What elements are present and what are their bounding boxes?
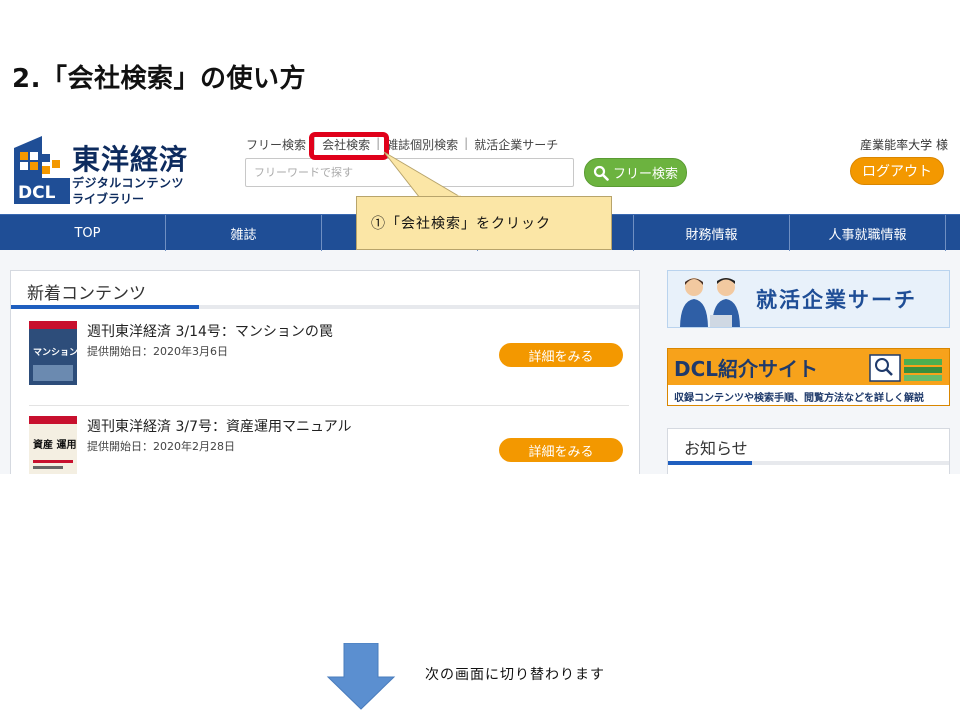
- free-search-button[interactable]: フリー検索: [584, 158, 687, 187]
- nav-magazine[interactable]: 雑誌: [166, 215, 322, 251]
- instruction-callout: ①「会社検索」をクリック: [356, 196, 612, 250]
- item-date: 提供開始日：2020年2月28日: [87, 440, 235, 453]
- logo-subtitle: デジタルコンテンツ: [72, 176, 185, 190]
- free-search-button-label: フリー検索: [612, 167, 678, 182]
- dcl-intro-banner[interactable]: DCL紹介サイト 収録コンテンツや検索手順、閲覧方法などを詳しく解説: [667, 348, 950, 406]
- link-free-search[interactable]: フリー検索: [246, 136, 306, 153]
- heading-accent: [11, 305, 199, 309]
- cover-text: マンション 罠: [33, 346, 77, 358]
- people-icon: [680, 278, 740, 327]
- cover-text: 資産 運用: [33, 438, 76, 451]
- notice-heading-text: お知らせ: [684, 439, 748, 458]
- dcl-banner-subtitle: 収録コンテンツや検索手順、閲覧方法などを詳しく解説: [668, 385, 949, 405]
- logout-button[interactable]: ログアウト: [850, 157, 944, 185]
- arrow-down-icon: [326, 643, 396, 710]
- new-contents-heading-text: 新着コンテンツ: [27, 284, 146, 304]
- detail-button[interactable]: 詳細をみる: [499, 343, 623, 367]
- heading-accent: [668, 461, 752, 465]
- list-item: 資産 運用 週刊東洋経済 3/7号：資産運用マニュアル 提供開始日：2020年2…: [29, 405, 629, 474]
- magazine-cover-icon[interactable]: 資産 運用: [29, 416, 77, 474]
- company-search-highlight: [309, 132, 389, 160]
- user-name: 産業能率大学 様: [860, 138, 948, 152]
- notice-panel: お知らせ: [667, 428, 950, 474]
- new-contents-panel: 新着コンテンツ マンション 罠 週刊東洋経済 3/14号：マンションの罠 提供開…: [10, 270, 640, 474]
- nav-financial[interactable]: 財務情報: [634, 215, 790, 251]
- next-screen-text: 次の画面に切り替わります: [425, 667, 605, 683]
- dcl-banner-title: DCL紹介サイト: [674, 357, 819, 381]
- books-icon: [869, 354, 942, 382]
- job-search-banner[interactable]: 就活企業サーチ: [667, 270, 950, 328]
- nav-hr[interactable]: 人事就職情報: [790, 215, 946, 251]
- logo-mark-text: DCL: [18, 183, 56, 203]
- dcl-logo-icon: DCL: [14, 136, 70, 204]
- logo-title: 東洋経済: [72, 143, 189, 176]
- callout-pointer: [383, 151, 464, 199]
- slide-title: 2.「会社検索」の使い方: [12, 64, 306, 94]
- item-date: 提供開始日：2020年3月6日: [87, 345, 228, 358]
- site-logo[interactable]: DCL 東洋経済 デジタルコンテンツ ライブラリー: [12, 134, 192, 210]
- item-title[interactable]: 週刊東洋経済 3/7号：資産運用マニュアル: [87, 416, 352, 436]
- notice-heading: お知らせ: [668, 429, 949, 465]
- list-item: マンション 罠 週刊東洋経済 3/14号：マンションの罠 提供開始日：2020年…: [29, 321, 629, 401]
- nav-top[interactable]: TOP: [10, 215, 166, 251]
- detail-button[interactable]: 詳細をみる: [499, 438, 623, 462]
- new-contents-heading: 新着コンテンツ: [11, 271, 639, 309]
- magazine-cover-icon[interactable]: マンション 罠: [29, 321, 77, 385]
- item-title[interactable]: 週刊東洋経済 3/14号：マンションの罠: [87, 321, 333, 341]
- logo-subtitle-2: ライブラリー: [72, 192, 145, 206]
- job-search-banner-text: 就活企業サーチ: [756, 288, 917, 312]
- search-icon: [593, 165, 609, 181]
